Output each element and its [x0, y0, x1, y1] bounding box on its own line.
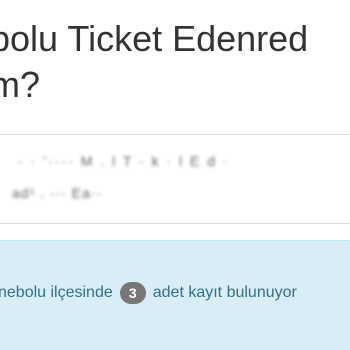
result-text: nebolu ilçesinde 3 adet kayıt bulunuyor [0, 281, 297, 305]
page: bolu Ticket Edenred m? · · ’···· M . l T… [0, 0, 350, 350]
page-title: bolu Ticket Edenred m? [0, 16, 308, 108]
result-prefix: nebolu ilçesinde [0, 284, 113, 301]
info-panel-line-1: · · ’···· M . l T · k · l E d · [18, 153, 230, 169]
info-panel: · · ’···· M . l T · k · l E d · ad¹ . ··… [0, 134, 350, 224]
result-count-badge: 3 [119, 282, 146, 304]
page-title-line-2: m? [0, 64, 41, 105]
page-title-line-1: bolu Ticket Edenred [0, 18, 309, 59]
result-suffix: adet kayıt bulunuyor [152, 284, 297, 301]
result-alert: nebolu ilçesinde 3 adet kayıt bulunuyor [0, 240, 350, 350]
info-panel-line-2: ad¹ . ··· Ea·· [12, 185, 103, 201]
